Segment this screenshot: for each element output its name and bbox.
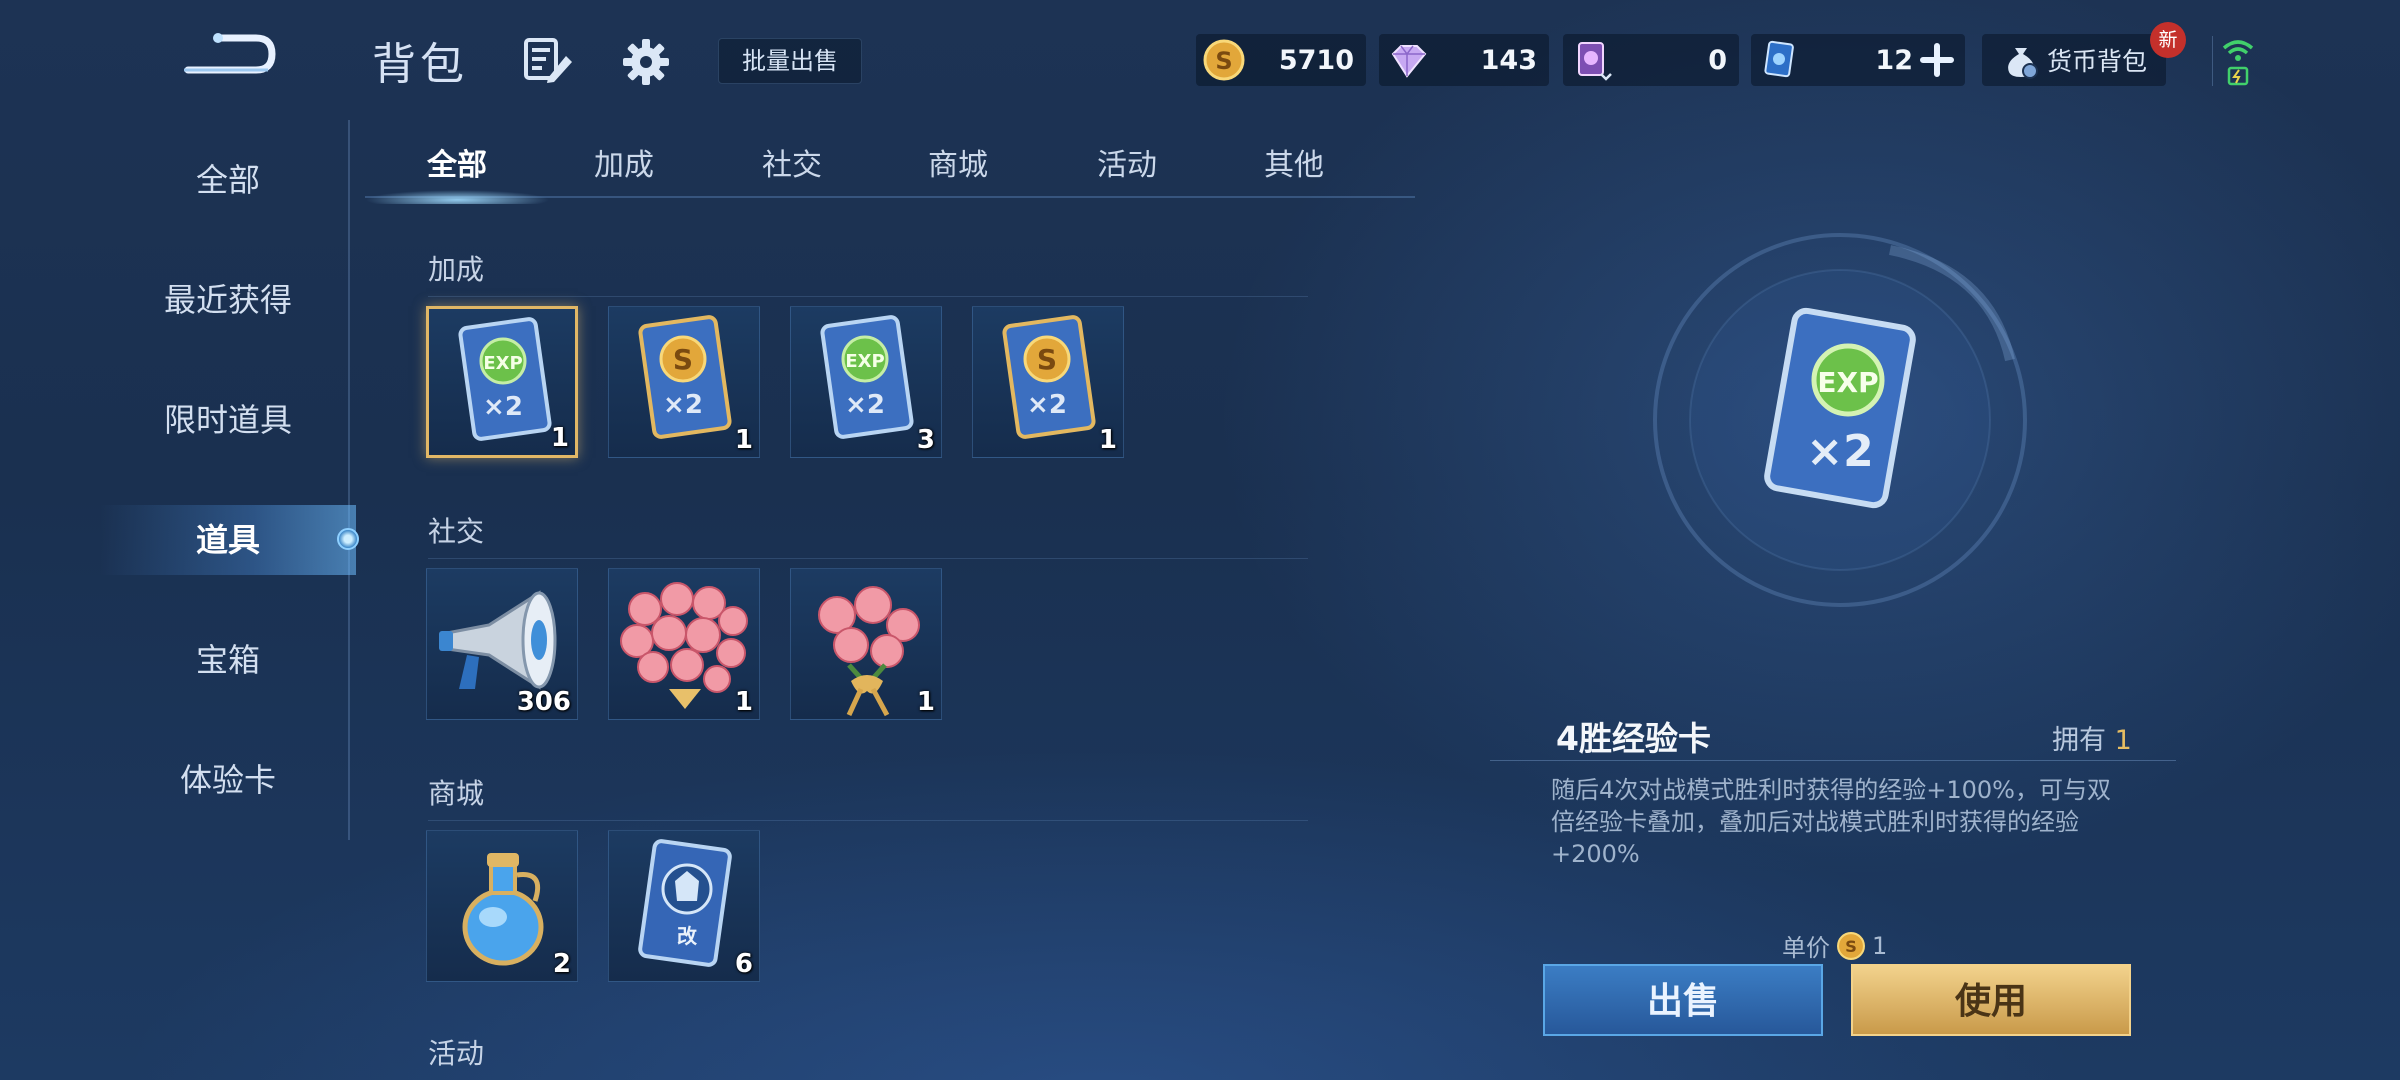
tab-shop[interactable]: 商城 [928, 140, 988, 184]
svg-text:×2: ×2 [845, 390, 885, 420]
item-count: 1 [734, 687, 753, 717]
item-gold-card[interactable]: S ×2 1 [608, 306, 760, 458]
nav-active-indicator [337, 528, 359, 550]
gold-coin-icon: S [1203, 39, 1245, 81]
currency-bag-button[interactable]: 货币背包 [1982, 34, 2166, 86]
section-divider [428, 820, 1308, 821]
svg-text:EXP: EXP [1817, 366, 1878, 399]
blue-card-value: 12 [1875, 44, 1913, 76]
purple-card-value: 0 [1708, 44, 1727, 76]
detail-divider [1490, 760, 2176, 761]
item-count: 306 [516, 687, 571, 717]
tab-bonus[interactable]: 加成 [594, 140, 654, 184]
new-badge: 新 [2150, 22, 2186, 58]
owned-count: 拥有 1 [2052, 718, 2132, 757]
owned-number: 1 [2114, 725, 2132, 756]
tab-all[interactable]: 全部 [427, 140, 487, 184]
sidebar-item-trial-card[interactable]: 体验卡 [100, 745, 356, 815]
sell-button[interactable]: 出售 [1543, 964, 1823, 1036]
sidebar-item-recent[interactable]: 最近获得 [100, 265, 356, 335]
item-exp-card[interactable]: EXP ×2 3 [790, 306, 942, 458]
item-gold-card[interactable]: S ×2 1 [972, 306, 1124, 458]
item-description: 随后4次对战模式胜利时获得的经验+100%，可与双倍经验卡叠加，叠加后对战模式胜… [1551, 776, 2111, 868]
currency-purple-card[interactable]: 0 [1563, 34, 1739, 86]
exp-card-icon: EXP ×2 [1764, 307, 1916, 509]
sidebar-item-limited[interactable]: 限时道具 [100, 385, 356, 455]
svg-text:×2: ×2 [663, 390, 703, 420]
unit-price-value: 1 [1872, 931, 1888, 960]
nav-divider [348, 120, 350, 840]
svg-text:改: 改 [677, 924, 698, 948]
currency-bag-label: 货币背包 [2046, 47, 2147, 76]
item-rose-bouquet-large[interactable]: 1 [608, 568, 760, 720]
use-button[interactable]: 使用 [1851, 964, 2131, 1036]
tab-event[interactable]: 活动 [1097, 140, 1157, 184]
item-count: 1 [1098, 425, 1117, 455]
svg-text:×2: ×2 [1806, 426, 1873, 477]
item-rose-bouquet-small[interactable]: 1 [790, 568, 942, 720]
item-count: 6 [734, 949, 753, 979]
back-button[interactable] [178, 30, 278, 80]
currency-blue-card: 12 [1751, 34, 1965, 86]
owned-label: 拥有 [2052, 725, 2106, 756]
item-name: 4胜经验卡 [1556, 719, 1711, 758]
currency-gold: S 5710 [1196, 34, 1366, 86]
gear-icon [623, 39, 669, 85]
section-divider [428, 558, 1308, 559]
item-count: 2 [552, 949, 571, 979]
tab-active-glow [365, 190, 550, 204]
purple-card-icon [1578, 42, 1612, 81]
diamond-icon [1391, 45, 1427, 78]
item-count: 3 [916, 425, 935, 455]
diamond-value: 143 [1480, 44, 1537, 76]
unit-price-label: 单价 [1782, 934, 1830, 962]
sidebar-item-props[interactable]: 道具 [100, 505, 356, 575]
header-divider [2212, 36, 2213, 86]
section-divider [428, 296, 1308, 297]
section-title-shop: 商城 [428, 777, 485, 810]
item-count: 1 [916, 687, 935, 717]
item-exp-card[interactable]: EXP ×2 1 [426, 306, 578, 458]
money-bag-icon [2008, 48, 2038, 79]
svg-text:S: S [673, 343, 693, 376]
batch-sell-button[interactable]: 批量出售 [718, 38, 862, 84]
svg-text:×2: ×2 [1027, 390, 1067, 420]
item-megaphone[interactable]: 306 [426, 568, 578, 720]
item-potion[interactable]: 2 [426, 830, 578, 982]
section-title-social: 社交 [428, 515, 485, 548]
blue-card-icon [1764, 40, 1794, 78]
tab-social[interactable]: 社交 [762, 140, 822, 184]
sidebar-item-all[interactable]: 全部 [100, 145, 356, 215]
plus-icon[interactable] [1917, 40, 1957, 80]
sidebar-item-chest[interactable]: 宝箱 [100, 625, 356, 695]
item-count: 1 [734, 425, 753, 455]
tab-other[interactable]: 其他 [1264, 140, 1324, 184]
svg-text:S: S [1215, 47, 1232, 75]
item-count: 1 [550, 423, 569, 453]
edit-note-icon [524, 38, 572, 83]
svg-text:S: S [1037, 343, 1057, 376]
page-title: 背包 [372, 39, 468, 90]
svg-text:×2: ×2 [483, 392, 523, 422]
item-rename-card[interactable]: 改 6 [608, 830, 760, 982]
gold-value: 5710 [1278, 44, 1354, 76]
svg-text:EXP: EXP [845, 351, 884, 372]
back-arrow-icon [184, 33, 276, 74]
unit-price: 单价 S 1 [1782, 928, 1887, 963]
gold-coin-icon: S [1837, 931, 1865, 960]
wifi-battery-icon [2222, 40, 2254, 86]
section-title-event: 活动 [428, 1037, 485, 1070]
svg-text:S: S [1845, 937, 1857, 956]
currency-diamond: 143 [1379, 34, 1549, 86]
section-title-bonus: 加成 [428, 253, 485, 286]
svg-text:EXP: EXP [483, 353, 522, 374]
settings-button[interactable] [620, 36, 672, 88]
edit-button[interactable] [522, 36, 574, 88]
